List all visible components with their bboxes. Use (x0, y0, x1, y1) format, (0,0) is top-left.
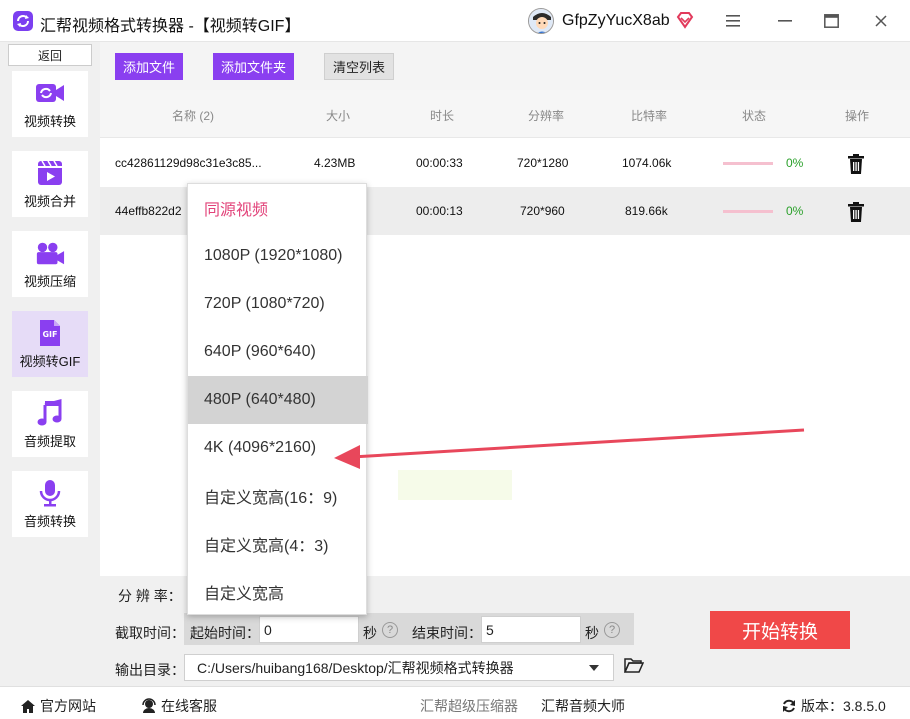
file-duration: 00:00:13 (416, 204, 463, 218)
column-header-size: 大小 (326, 109, 351, 123)
sidebar-item-audio-extract[interactable]: 音频提取 (12, 391, 88, 457)
sidebar-item-label: 视频转GIF (19, 353, 81, 369)
progress-bar (723, 162, 773, 165)
official-site-link[interactable]: 官方网站 (20, 696, 96, 716)
dropdown-option[interactable]: 1080P (1920*1080) (188, 232, 368, 280)
resolution-label: 分 辨 率： (118, 588, 182, 604)
column-header-duration: 时长 (430, 109, 455, 123)
progress-percent: 0% (786, 156, 804, 170)
file-bitrate: 1074.06k (622, 156, 672, 170)
video-compress-icon (35, 239, 65, 267)
music-note-icon (35, 398, 65, 427)
dropdown-option[interactable]: 同源视频 (188, 184, 368, 232)
end-time-input[interactable]: 5 (481, 616, 581, 643)
online-support-link[interactable]: 在线客服 (141, 696, 217, 716)
home-icon (21, 699, 35, 713)
start-time-unit: 秒 (363, 625, 377, 641)
clear-list-button[interactable]: 清空列表 (324, 53, 395, 80)
file-resolution: 720*960 (520, 204, 565, 218)
faded-overlay-button (398, 470, 512, 500)
add-file-button[interactable]: 添加文件 (115, 53, 184, 80)
start-convert-button[interactable]: 开始转换 (710, 611, 850, 649)
sidebar-item-video-to-gif[interactable]: GIF 视频转GIF (12, 311, 88, 377)
help-icon[interactable]: ? (604, 622, 620, 638)
table-row[interactable]: cc42861129d98c31e3c85... 4.23MB 00:00:33… (100, 139, 910, 187)
dropdown-option[interactable]: 自定义宽高(16：9) (188, 472, 368, 520)
file-duration: 00:00:33 (416, 156, 463, 170)
file-bitrate: 819.66k (625, 204, 668, 218)
headset-icon (142, 698, 156, 713)
progress-bar (723, 210, 773, 213)
file-resolution: 720*1280 (517, 156, 569, 170)
footer: 官方网站 在线客服 汇帮超级压缩器 汇帮音频大师 版本：3.8.5.0 (0, 686, 910, 719)
username[interactable]: GfpZyYucX8ab (562, 12, 670, 30)
column-header-status: 状态 (742, 109, 767, 123)
title-bar: 汇帮视频格式转换器 -【视频转GIF】 GfpZyYucX8ab (0, 0, 910, 42)
sidebar-item-label: 视频转换 (23, 113, 76, 129)
trash-icon[interactable] (848, 154, 864, 174)
help-icon[interactable]: ? (382, 622, 398, 638)
version-label: 版本：3.8.5.0 (801, 698, 886, 714)
video-convert-icon (35, 79, 65, 107)
folder-open-icon[interactable] (624, 657, 644, 674)
back-button[interactable]: 返回 (8, 44, 92, 66)
sidebar: 返回 视频转换 视频合并 视频压缩 GIF 视频转GIF 音频提取 音频转换 (0, 42, 100, 686)
sidebar-item-label: 音频转换 (23, 513, 76, 529)
resolution-dropdown: 同源视频 1080P (1920*1080) 720P (1080*720) 6… (187, 183, 368, 616)
end-time-label: 结束时间： (412, 625, 482, 641)
compressor-link[interactable]: 汇帮超级压缩器 (420, 696, 518, 716)
sidebar-item-label: 音频提取 (23, 433, 76, 449)
sidebar-item-audio-convert[interactable]: 音频转换 (12, 471, 88, 537)
start-time-label: 起始时间： (190, 625, 260, 641)
version-info[interactable]: 版本：3.8.5.0 (781, 696, 886, 716)
file-name: 44effb822d2 (115, 204, 182, 218)
online-support-label: 在线客服 (161, 698, 217, 714)
app-title: 汇帮视频格式转换器 -【视频转GIF】 (40, 18, 301, 35)
maximize-icon[interactable] (818, 8, 844, 34)
audio-master-link[interactable]: 汇帮音频大师 (541, 696, 625, 716)
add-folder-button[interactable]: 添加文件夹 (213, 53, 295, 80)
output-dir-label: 输出目录： (115, 662, 185, 678)
file-name: cc42861129d98c31e3c85... (115, 156, 262, 170)
chevron-down-icon (589, 665, 599, 671)
start-time-input[interactable]: 0 (259, 616, 359, 643)
toolbar: 添加文件 添加文件夹 清空列表 (100, 42, 910, 90)
svg-text:GIF: GIF (42, 330, 57, 339)
app-logo-icon (13, 11, 33, 31)
close-icon[interactable] (868, 8, 894, 34)
dropdown-option[interactable]: 720P (1080*720) (188, 280, 368, 328)
dropdown-option[interactable]: 640P (960*640) (188, 328, 368, 376)
column-header-resolution: 分辨率 (528, 109, 565, 123)
vip-diamond-icon[interactable] (676, 11, 694, 29)
trash-icon[interactable] (848, 202, 864, 222)
menu-icon[interactable] (720, 8, 746, 34)
sidebar-item-video-merge[interactable]: 视频合并 (12, 151, 88, 217)
table-header: 名称 (2) 大小 时长 分辨率 比特率 状态 操作 (100, 90, 910, 138)
output-path-value: C:/Users/huibang168/Desktop/汇帮视频格式转换器 (197, 659, 514, 676)
column-header-name[interactable]: 名称 (2) (172, 107, 214, 124)
clip-time-label: 截取时间： (115, 625, 185, 641)
progress-percent: 0% (786, 204, 804, 218)
microphone-icon (35, 479, 65, 507)
minimize-icon[interactable] (772, 8, 798, 34)
user-avatar[interactable] (528, 8, 554, 34)
official-site-label: 官方网站 (40, 698, 96, 714)
file-size: 4.23MB (314, 156, 356, 170)
refresh-icon (783, 699, 795, 713)
sidebar-item-label: 视频合并 (23, 193, 76, 209)
sidebar-item-video-convert[interactable]: 视频转换 (12, 71, 88, 137)
video-merge-icon (35, 159, 65, 187)
column-header-bitrate: 比特率 (631, 109, 668, 123)
sidebar-item-label: 视频压缩 (23, 273, 76, 289)
avatar-icon (529, 9, 553, 33)
end-time-unit: 秒 (585, 625, 599, 641)
column-header-actions: 操作 (845, 109, 870, 123)
output-path-select[interactable]: C:/Users/huibang168/Desktop/汇帮视频格式转换器 (184, 654, 614, 681)
sidebar-item-video-compress[interactable]: 视频压缩 (12, 231, 88, 297)
dropdown-option[interactable]: 自定义宽高 (188, 568, 368, 616)
dropdown-option[interactable]: 480P (640*480) (188, 376, 368, 424)
dropdown-option[interactable]: 自定义宽高(4：3) (188, 520, 368, 568)
dropdown-option[interactable]: 4K (4096*2160) (188, 424, 368, 472)
gif-icon: GIF (35, 319, 65, 347)
